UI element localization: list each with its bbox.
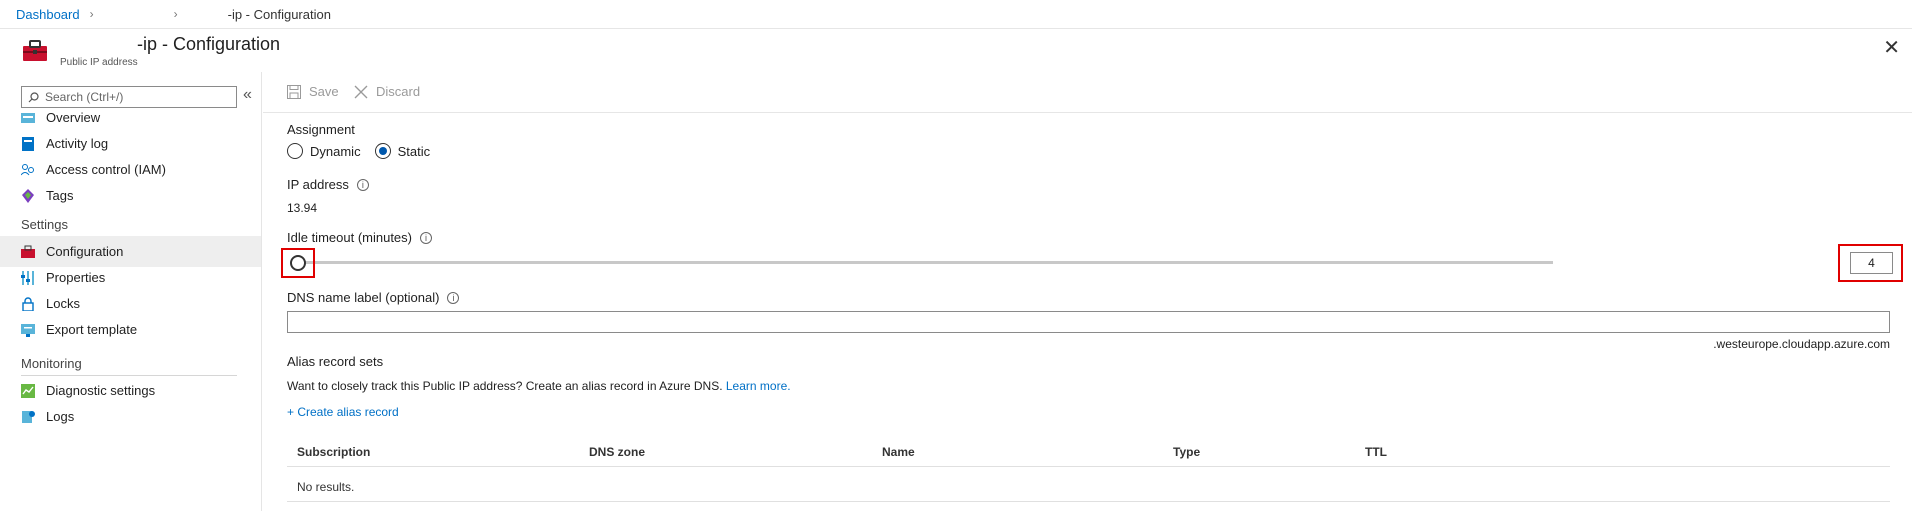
dns-label: DNS name label (optional) i <box>287 290 460 305</box>
page-subtitle: Public IP address <box>60 57 138 68</box>
breadcrumb-current: -ip - Configuration <box>227 6 331 22</box>
sidebar-item-label: Export template <box>46 322 138 337</box>
column-ttl: TTL <box>1365 445 1387 459</box>
export-template-icon <box>21 323 35 337</box>
column-type: Type <box>1173 445 1201 459</box>
ip-address-value: 13.94 <box>287 201 318 215</box>
sidebar-item-export-template[interactable]: Export template <box>0 314 261 345</box>
configuration-panel: Save Discard Assignment Dynamic Static I… <box>263 72 1912 511</box>
overview-icon <box>21 112 35 123</box>
lock-icon <box>22 296 34 311</box>
info-icon[interactable]: i <box>420 232 432 244</box>
search-icon <box>28 91 39 102</box>
blade-header: -ip - Configuration Public IP address ✕ <box>0 29 1912 72</box>
sidebar-item-label: Configuration <box>46 244 124 259</box>
save-button[interactable]: Save <box>287 84 339 99</box>
column-name: Name <box>882 445 915 459</box>
monitoring-heading: Monitoring <box>21 356 82 371</box>
radio-static[interactable] <box>374 143 391 159</box>
column-dns-zone: DNS zone <box>589 445 646 459</box>
sidebar-item-tags[interactable]: Tags <box>0 180 261 211</box>
breadcrumb-redacted-resource[interactable] <box>104 8 164 20</box>
alias-table-header: Subscription DNS zone Name Type TTL <box>287 443 1890 467</box>
assignment-label: Assignment <box>287 122 355 137</box>
sidebar-item-label: Tags <box>46 188 74 203</box>
ip-address-label: IP address i <box>287 177 369 192</box>
sidebar-item-label: Diagnostic settings <box>46 383 156 398</box>
save-label: Save <box>309 84 339 99</box>
breadcrumb-redacted <box>188 8 228 20</box>
dns-name-input[interactable] <box>287 311 1890 333</box>
idle-timeout-label: Idle timeout (minutes) i <box>287 230 432 245</box>
discard-label: Discard <box>376 84 421 99</box>
diagnostic-icon <box>21 383 35 398</box>
alias-description-text: Want to closely track this Public IP add… <box>287 379 723 393</box>
breadcrumb-dashboard-link[interactable]: Dashboard <box>16 7 80 22</box>
highlight-box-timeout-input <box>1838 244 1903 282</box>
idle-timeout-label-text: Idle timeout (minutes) <box>287 230 412 245</box>
idle-timeout-slider-track[interactable] <box>303 261 1553 264</box>
radio-dynamic-label: Dynamic <box>310 143 361 159</box>
alias-description: Want to closely track this Public IP add… <box>287 379 791 393</box>
sidebar-item-logs[interactable]: Logs <box>0 401 261 432</box>
info-icon[interactable]: i <box>356 179 369 191</box>
column-subscription: Subscription <box>297 445 371 459</box>
dns-suffix: .westeurope.cloudapp.azure.com <box>1713 337 1890 351</box>
chevron-right-icon: › <box>89 7 94 21</box>
sidebar: Search (Ctrl+/) « Overview Activity log … <box>0 72 262 511</box>
learn-more-link[interactable]: Learn more. <box>726 379 791 393</box>
chevron-right-icon: › <box>173 7 178 21</box>
sidebar-item-label: Activity log <box>46 136 109 151</box>
toolbar: Save Discard <box>263 72 1912 113</box>
breadcrumb: Dashboard › › -ip - Configuration <box>0 0 1912 29</box>
info-icon[interactable]: i <box>447 292 460 304</box>
ip-address-label-text: IP address <box>287 177 349 192</box>
create-alias-record-button[interactable]: + Create alias record <box>287 405 399 419</box>
sidebar-item-label: Overview <box>46 110 101 125</box>
settings-heading: Settings <box>21 217 68 232</box>
activity-log-icon <box>22 136 34 151</box>
tag-icon <box>22 188 34 203</box>
sidebar-item-label: Access control (IAM) <box>46 162 166 177</box>
radio-dynamic[interactable] <box>287 143 303 159</box>
toolbox-icon <box>21 245 35 258</box>
sidebar-item-label: Properties <box>46 270 106 285</box>
radio-static-label: Static <box>397 143 431 159</box>
discard-button[interactable]: Discard <box>354 84 420 99</box>
properties-icon <box>21 270 34 285</box>
sidebar-item-label: Locks <box>46 296 80 311</box>
close-icon[interactable]: ✕ <box>1883 35 1900 60</box>
toolbox-icon <box>23 40 47 61</box>
logs-icon <box>22 410 35 423</box>
save-icon <box>287 84 301 99</box>
discard-icon <box>354 85 368 98</box>
sidebar-item-label: Logs <box>46 409 75 424</box>
dns-label-text: DNS name label (optional) <box>287 290 440 305</box>
table-empty-row: No results. <box>287 472 1890 502</box>
alias-heading: Alias record sets <box>287 354 384 369</box>
assignment-radio-group: Dynamic Static <box>287 143 430 159</box>
highlight-box-slider-thumb <box>281 248 315 278</box>
page-title: -ip - Configuration <box>137 34 281 54</box>
iam-icon <box>21 163 34 175</box>
